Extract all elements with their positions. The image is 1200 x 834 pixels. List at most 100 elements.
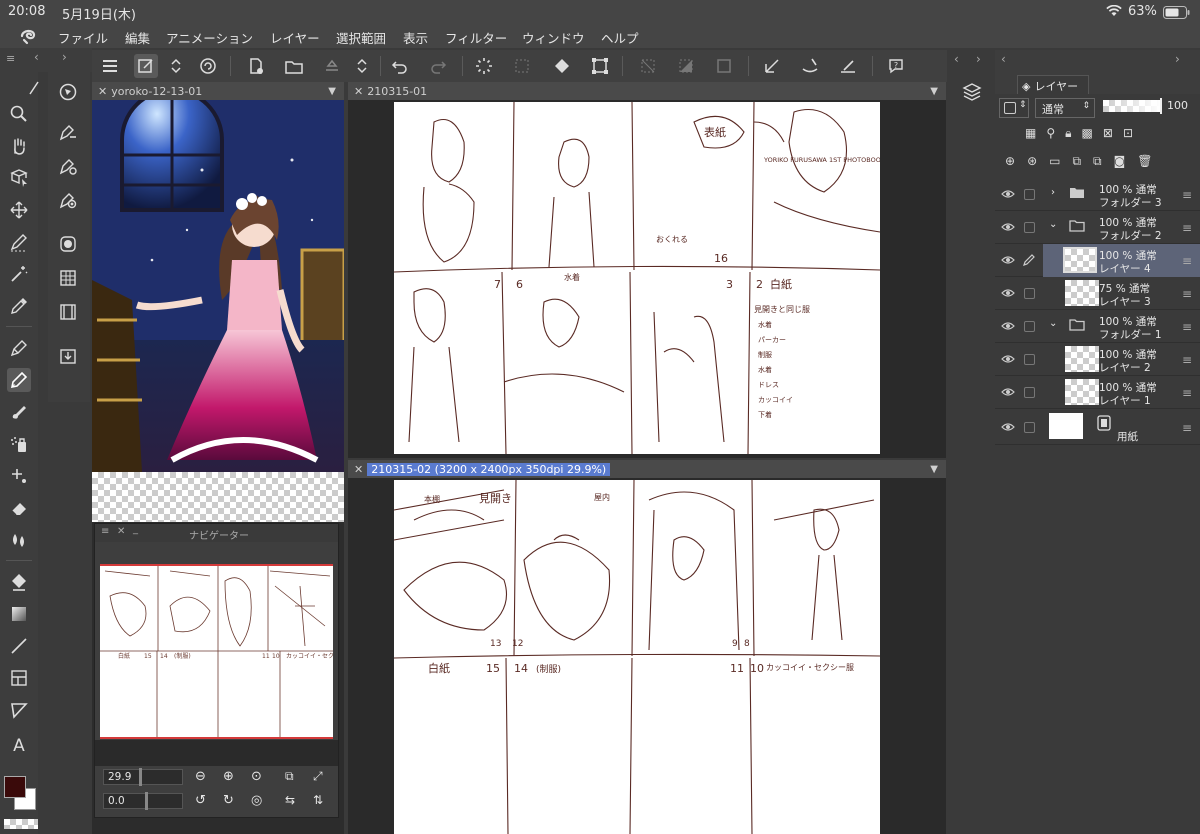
redo-icon[interactable]: [426, 54, 450, 78]
lock-alpha-icon[interactable]: ▩: [1082, 126, 1103, 140]
menu-help[interactable]: ヘルプ: [601, 28, 639, 47]
visibility-eye-icon[interactable]: [1001, 188, 1015, 200]
invert-selection-icon[interactable]: [674, 54, 698, 78]
visibility-eye-icon[interactable]: [1001, 421, 1015, 433]
navigator-preview[interactable]: 白紙 15 14 (制服) 1110 カッコイイ・セクシー服: [100, 564, 352, 739]
layer-row[interactable]: 75 % 通常 レイヤー 3 ≡: [995, 277, 1200, 310]
move-tool-icon[interactable]: [7, 198, 31, 222]
close-tab-icon[interactable]: ✕: [354, 463, 363, 476]
menu-filter[interactable]: フィルター: [445, 28, 507, 47]
menu-file[interactable]: ファイル: [58, 28, 108, 47]
save-icon[interactable]: [320, 54, 344, 78]
layer-menu-icon[interactable]: ≡: [1182, 188, 1192, 202]
subtool-pen-settings-icon[interactable]: [56, 120, 80, 144]
nav-grip-icon[interactable]: ≡: [101, 526, 109, 537]
layer-row[interactable]: ⌄ 100 % 通常 フォルダー 1 ≡: [995, 310, 1200, 343]
menu-selection[interactable]: 選択範囲: [336, 28, 386, 47]
flip-horizontal-icon[interactable]: ⇆: [285, 793, 295, 807]
layer-lock-checkbox[interactable]: [1024, 321, 1035, 332]
eyedropper-icon[interactable]: [7, 294, 31, 318]
chevron-down-icon[interactable]: ▼: [328, 86, 336, 97]
app-logo-icon[interactable]: [18, 27, 38, 48]
eraser-tool-icon[interactable]: [7, 496, 31, 520]
fit-window-icon[interactable]: ⧉: [285, 769, 294, 784]
trash-icon[interactable]: 🗑︎: [1137, 154, 1164, 168]
brush-tool-icon[interactable]: [7, 400, 31, 424]
layer-row-paper[interactable]: 用紙 ≡: [995, 409, 1200, 445]
companion-icon[interactable]: [196, 54, 220, 78]
merge-layer-icon[interactable]: ⧉: [1093, 154, 1114, 168]
ruler-pen-icon[interactable]: [760, 54, 784, 78]
clear-selection-icon[interactable]: [712, 54, 736, 78]
ruler-tool-icon[interactable]: [7, 698, 31, 722]
flip-vertical-icon[interactable]: ⇅: [313, 793, 323, 807]
canvas-tab-bottom[interactable]: ✕ 210315-02 (3200 x 2400px 350dpi 29.9%)…: [348, 460, 946, 478]
new-folder-icon[interactable]: ▭: [1049, 154, 1072, 168]
expand-left-icon[interactable]: ›: [62, 50, 67, 64]
opacity-slider-handle[interactable]: [1160, 98, 1162, 114]
blend-clip-select[interactable]: ⇕: [999, 98, 1029, 118]
collapse-right-icon[interactable]: ‹: [954, 52, 959, 66]
reset-rotation-icon[interactable]: ◎: [251, 793, 262, 808]
close-tab-icon[interactable]: ✕: [98, 85, 107, 98]
layer-row-selected[interactable]: 100 % 通常 レイヤー 4 ≡: [995, 244, 1200, 277]
undo-icon[interactable]: [388, 54, 412, 78]
timeline-icon[interactable]: [56, 300, 80, 324]
frame-tool-icon[interactable]: [7, 666, 31, 690]
menu-view[interactable]: 表示: [403, 28, 428, 47]
chevron-updown-icon[interactable]: [164, 54, 188, 78]
new-file-icon[interactable]: [244, 54, 268, 78]
layer-menu-icon[interactable]: ≡: [1182, 421, 1192, 435]
pen-tool-icon[interactable]: [7, 336, 31, 360]
zoom-input[interactable]: 29.9: [103, 769, 183, 785]
layer-lock-checkbox[interactable]: [1024, 288, 1035, 299]
visibility-eye-icon[interactable]: [1001, 254, 1015, 266]
menu-edit[interactable]: 編集: [125, 28, 150, 47]
rotate-right-icon[interactable]: ↻: [223, 793, 234, 808]
fill-window-icon[interactable]: ⤢: [313, 769, 323, 784]
menu-hamburger-icon[interactable]: [98, 54, 122, 78]
visibility-eye-icon[interactable]: [1001, 320, 1015, 332]
layer-collapse-icon[interactable]: ‹: [1001, 52, 1006, 66]
subtool-gear-icon[interactable]: [56, 154, 80, 178]
help-icon[interactable]: ?: [884, 54, 908, 78]
clip-layer-icon[interactable]: ▦: [1025, 126, 1046, 140]
layer-menu-icon[interactable]: ≡: [1182, 254, 1192, 268]
rotate-left-icon[interactable]: ↺: [195, 793, 206, 808]
transparent-color-swatch[interactable]: [4, 819, 38, 829]
color-circle-icon[interactable]: [56, 232, 80, 256]
menu-window[interactable]: ウィンドウ: [522, 28, 585, 47]
dock-grip-icon[interactable]: ≡: [6, 52, 15, 65]
mask-hide-icon[interactable]: ⊠: [1103, 126, 1123, 140]
main-color-swatch[interactable]: [4, 776, 26, 798]
layer-row[interactable]: › 100 % 通常 フォルダー 3 ≡: [995, 178, 1200, 211]
layer-row[interactable]: ⌄ 100 % 通常 フォルダー 2 ≡: [995, 211, 1200, 244]
layer-menu-icon[interactable]: ≡: [1182, 353, 1192, 367]
manga-sketch-page-2[interactable]: 見開き 本棚 屋内 13 12 9 8 白紙 15 14 (制服) 11 10 …: [394, 480, 880, 834]
menu-layer[interactable]: レイヤー: [270, 28, 320, 47]
navigator-compass-icon[interactable]: [56, 80, 80, 104]
pencil-tool-icon[interactable]: [7, 368, 31, 392]
canvas-tab-left[interactable]: ✕ yoroko-12-13-01 ▼: [92, 82, 344, 100]
layer-menu-icon[interactable]: ≡: [1182, 320, 1192, 334]
layer-lock-checkbox[interactable]: [1024, 387, 1035, 398]
chevron-down-icon[interactable]: ⌄: [1049, 318, 1057, 329]
figure-tool-icon[interactable]: [7, 634, 31, 658]
layer-lock-checkbox[interactable]: [1024, 354, 1035, 365]
nav-minimize-icon[interactable]: _: [133, 524, 138, 535]
reference-layer-icon[interactable]: ⚲: [1046, 126, 1065, 140]
chevron-right-icon[interactable]: ›: [1051, 187, 1055, 198]
blend-tool-icon[interactable]: [7, 528, 31, 552]
rotation-input[interactable]: 0.0: [103, 793, 183, 809]
new-canvas-icon[interactable]: [134, 54, 158, 78]
chevron-down-icon[interactable]: ⌄: [1049, 219, 1057, 230]
collapse-left-icon[interactable]: ‹: [34, 50, 39, 64]
canvas-tab-top[interactable]: ✕ 210315-01 ▼: [348, 82, 946, 100]
visibility-eye-icon[interactable]: [1001, 287, 1015, 299]
actual-size-icon[interactable]: ⊙: [251, 769, 262, 784]
layer-menu-icon[interactable]: ≡: [1182, 386, 1192, 400]
chevron-down-icon[interactable]: ▼: [930, 86, 938, 97]
ruler-line-icon[interactable]: [836, 54, 860, 78]
zoom-slider-handle[interactable]: [139, 768, 142, 786]
selection-layer-icon[interactable]: [510, 54, 534, 78]
